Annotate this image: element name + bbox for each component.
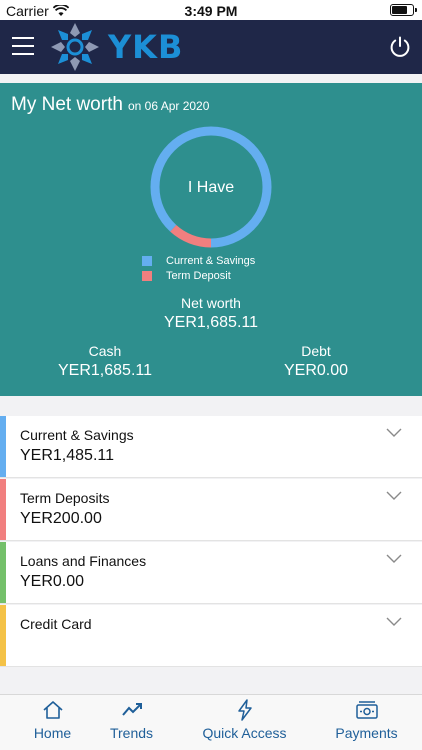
chevron-down-icon[interactable] [386,617,402,627]
tab-payments[interactable]: Payments [314,695,419,750]
account-amount: YER1,485.11 [20,447,114,464]
legend-swatch [142,270,152,281]
net-worth-label: Net worth [181,295,241,311]
chevron-down-icon[interactable] [386,428,402,438]
account-color-bar [0,605,6,666]
brand-name: YKB [108,28,184,66]
account-name: Credit Card [20,616,92,632]
content-spacer [0,668,422,694]
tab-label: Trends [109,725,154,741]
account-amount: YER0.00 [20,573,85,590]
tab-label: Quick Access [202,725,287,741]
chevron-down-icon[interactable] [386,554,402,564]
account-color-bar [0,479,6,540]
account-name: Term Deposits [20,490,110,506]
debt-value: YER0.00 [283,362,349,379]
account-name: Loans and Finances [20,553,147,569]
chevron-down-icon[interactable] [386,491,402,501]
legend-label: Term Deposit [166,269,231,282]
net-worth-card: My Net worth on 06 Apr 2020 I Have Curre… [0,83,422,396]
trends-icon [121,703,142,716]
account-amount: YER200.00 [20,510,102,527]
cash-value: YER1,685.11 [58,362,152,379]
cash-label: Cash [88,343,122,359]
legend-label: Current & Savings [166,254,256,267]
legend-item: Current & Savings [142,253,255,268]
battery-icon [390,4,417,16]
payments-icon [355,701,378,719]
status-bar: Carrier 3:49 PM [0,0,422,20]
account-row-current-savings[interactable]: Current & Savings YER1,485.11 [0,416,422,478]
account-name: Current & Savings [20,427,134,443]
net-worth-title: My Net worth [11,94,123,115]
account-list: Current & Savings YER1,485.11 Term Depos… [0,416,422,668]
net-worth-value: YER1,685.11 [164,314,258,331]
account-row-loans-finances[interactable]: Loans and Finances YER0.00 [0,542,422,604]
hamburger-icon[interactable] [12,37,34,55]
tab-label: Payments [335,725,398,741]
account-color-bar [0,542,6,603]
lightning-icon [237,699,252,721]
brand-logo: YKB [50,22,190,72]
tab-quick-access[interactable]: Quick Access [192,695,297,750]
account-color-bar [0,416,6,477]
home-icon [42,701,63,719]
debt-label: Debt [301,343,331,359]
snowflake-logo-icon [51,23,99,71]
tab-bar: Home Trends Quick Access Payments [0,694,422,750]
account-row-credit-card[interactable]: Credit Card [0,605,422,667]
power-icon[interactable] [388,35,412,59]
nav-bar: YKB [0,20,422,74]
status-time: 3:49 PM [184,3,238,19]
tab-trends[interactable]: Trends [79,695,184,750]
legend-item: Term Deposit [142,268,255,283]
account-row-term-deposits[interactable]: Term Deposits YER200.00 [0,479,422,541]
legend-swatch [142,255,152,266]
chart-legend: Current & Savings Term Deposit [142,253,255,283]
net-worth-date: on 06 Apr 2020 [128,99,210,113]
donut-center-label: I Have [187,179,235,196]
